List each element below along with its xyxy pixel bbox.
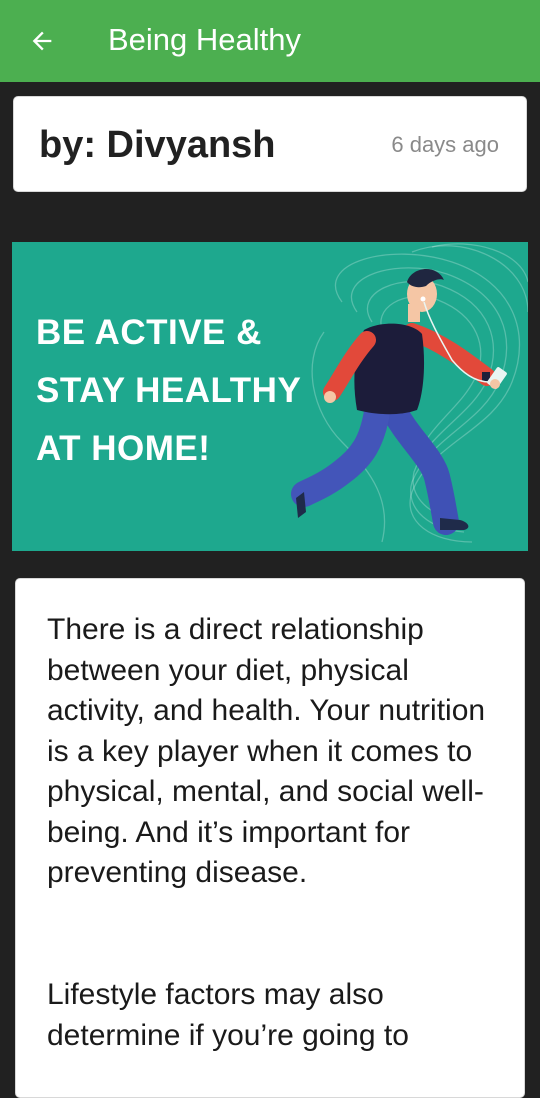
banner-line-3: AT HOME!	[36, 429, 211, 468]
article-paragraph-1: There is a direct relationship between y…	[47, 613, 486, 889]
banner-headline: BE ACTIVE & STAY HEALTHY AT HOME!	[36, 304, 301, 478]
banner-line-2: STAY HEALTHY	[36, 371, 302, 410]
banner-line-1: BE ACTIVE &	[36, 313, 262, 352]
author-name: by: Divyansh	[39, 124, 276, 166]
page-title: Being Healthy	[108, 22, 302, 57]
app-bar: Being Healthy	[0, 0, 540, 82]
arrow-left-icon	[32, 31, 52, 51]
post-timestamp: 6 days ago	[391, 132, 499, 157]
back-button[interactable]	[22, 21, 62, 61]
article-paragraph-2: Lifestyle factors may also determine if …	[47, 978, 409, 1052]
author-card: by: Divyansh 6 days ago	[13, 96, 527, 192]
article-body-card: There is a direct relationship between y…	[15, 578, 525, 1098]
article-banner-image: BE ACTIVE & STAY HEALTHY AT HOME!	[12, 242, 528, 551]
